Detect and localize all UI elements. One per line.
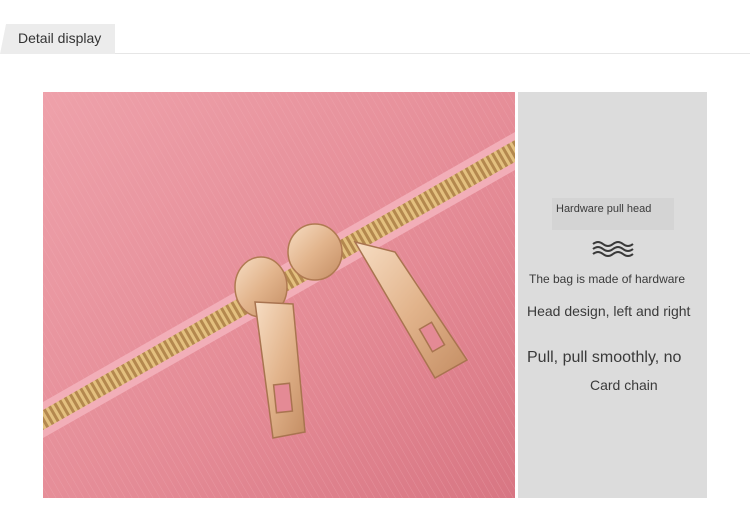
wave-icon	[592, 240, 636, 263]
section-header-tab: Detail display	[0, 24, 115, 54]
product-detail-photo	[43, 92, 515, 498]
description-line-1: The bag is made of hardware	[529, 272, 686, 286]
description-line-4: Card chain	[590, 377, 658, 393]
hardware-label: Hardware pull head	[556, 203, 652, 215]
section-title: Detail display	[18, 30, 102, 46]
description-line-2: Head design, left and right	[527, 303, 691, 319]
description-panel	[518, 92, 707, 498]
description-line-3: Pull, pull smoothly, no	[527, 349, 682, 366]
header-divider	[115, 53, 750, 54]
